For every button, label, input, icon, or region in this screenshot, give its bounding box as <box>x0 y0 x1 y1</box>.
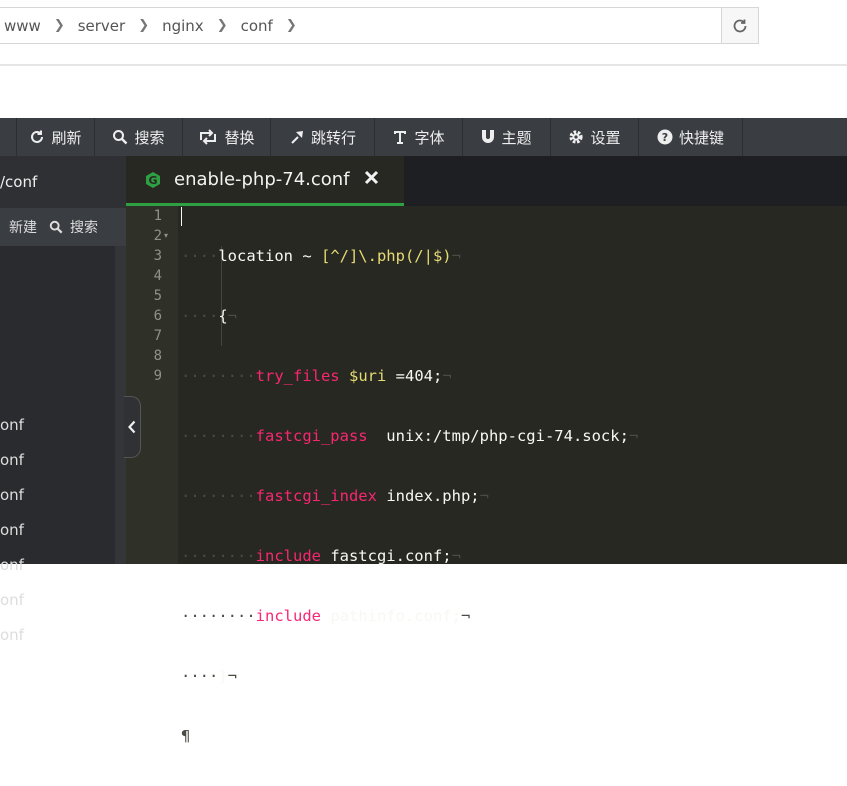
new-file-button[interactable]: 新建 <box>9 217 37 237</box>
list-item[interactable]: onf <box>0 591 24 609</box>
list-item[interactable]: onf <box>0 451 24 469</box>
sidebar-actions: 新建 搜索 <box>0 208 126 246</box>
code-line-text: include fastcgi.conf; <box>255 547 452 565</box>
svg-text:?: ? <box>662 131 668 144</box>
list-item[interactable]: onf <box>0 521 24 539</box>
code-line-3: ········try_files $uri =404;¬ <box>181 367 452 385</box>
search-label: 搜索 <box>134 128 165 147</box>
sidebar-path-text: /conf <box>0 173 38 191</box>
replace-label: 替换 <box>224 128 255 147</box>
code-line-1: ····location ~ [^/]\.php(/|$)¬ <box>181 247 461 265</box>
code-line-5: ········fastcgi_index index.php;¬ <box>181 487 489 505</box>
code-line-9: ¶ <box>181 727 191 745</box>
code-line-2: ····{¬ <box>181 307 238 325</box>
line-number: 2 <box>153 228 162 244</box>
chevron-right-icon: ❯ <box>138 18 150 33</box>
list-item[interactable]: onf <box>0 626 24 644</box>
line-number: 7 <box>153 328 162 344</box>
collapse-sidebar-button[interactable] <box>124 396 141 458</box>
refresh-button[interactable]: 刷新 <box>17 118 95 156</box>
refresh-icon <box>733 19 747 32</box>
search-button[interactable]: 搜索 <box>95 118 183 156</box>
goto-line-label: 跳转行 <box>310 128 356 147</box>
line-number: 3 <box>153 248 162 264</box>
file-type-icon: G <box>146 171 160 188</box>
goto-line-icon <box>291 131 303 144</box>
file-sidebar: /conf 新建 搜索 onf onf onf onf onf onf onf <box>0 156 126 644</box>
code-line-text: } <box>218 667 228 685</box>
replace-icon <box>200 129 217 145</box>
editor-tabbar: G enable-php-74.conf <box>126 156 847 206</box>
breadcrumb-item-server[interactable]: server <box>78 17 125 35</box>
refresh-icon <box>31 130 44 143</box>
sidebar-search-label: 搜索 <box>70 220 98 236</box>
breadcrumb: www ❯ server ❯ nginx ❯ conf ❯ <box>4 8 310 43</box>
settings-icon <box>569 130 584 144</box>
code-line-text: fastcgi_index index.php; <box>255 487 480 505</box>
tab-enable-php-74-conf[interactable]: G enable-php-74.conf <box>126 156 404 206</box>
code-line-4: ········fastcgi_pass unix:/tmp/php-cgi-7… <box>181 427 639 445</box>
line-number: 5 <box>153 288 162 304</box>
chevron-right-icon[interactable]: ❯ <box>286 18 297 33</box>
breadcrumb-item-nginx[interactable]: nginx <box>162 17 204 35</box>
svg-text:G: G <box>148 174 157 187</box>
goto-line-button[interactable]: 跳转行 <box>271 118 375 156</box>
code-line-text: location ~ [^/]\.php(/|$) <box>218 247 452 265</box>
line-number: 9 <box>153 368 162 384</box>
code-line-7: ········include pathinfo.conf;¬ <box>181 607 471 625</box>
list-item[interactable]: onf <box>0 416 24 434</box>
breadcrumb-bar: www ❯ server ❯ nginx ❯ conf ❯ <box>0 7 759 44</box>
replace-button[interactable]: 替换 <box>183 118 271 156</box>
editor-toolbar: 刷新 搜索 替换 跳转行 字体 主题 设置 ? 快捷键 <box>0 118 847 156</box>
line-number: 1 <box>153 208 162 224</box>
code-line-text: fastcgi_pass unix:/tmp/php-cgi-74.sock; <box>255 427 629 445</box>
font-button[interactable]: 字体 <box>375 118 463 156</box>
code-editor[interactable]: 1 2 ▾ 3 4 5 6 7 8 9 ····location ~ [^/]\… <box>126 206 847 745</box>
code-line-8: ····}¬ <box>181 667 238 685</box>
theme-button[interactable]: 主题 <box>463 118 551 156</box>
code-line-text: { <box>218 307 228 325</box>
theme-icon <box>482 130 495 143</box>
search-icon <box>113 130 128 145</box>
fold-arrow-icon[interactable]: ▾ <box>164 226 168 246</box>
sidebar-path: /conf <box>0 156 126 208</box>
refresh-label: 刷新 <box>51 128 82 147</box>
shortcuts-button[interactable]: ? 快捷键 <box>639 118 743 156</box>
chevron-right-icon: ❯ <box>53 18 65 33</box>
list-item[interactable]: onf <box>0 486 24 504</box>
code-line-text: include pathinfo.conf; <box>255 607 461 625</box>
line-number: 8 <box>153 348 162 364</box>
chevron-right-icon: ❯ <box>216 18 228 33</box>
shortcuts-label: 快捷键 <box>678 128 724 147</box>
code-line-text: try_files $uri =404; <box>255 367 443 385</box>
breadcrumb-item-www[interactable]: www <box>4 17 41 35</box>
search-icon <box>49 220 63 234</box>
file-list: onf onf onf onf onf onf onf <box>0 246 126 644</box>
text-cursor <box>181 207 182 226</box>
line-number: 4 <box>153 268 162 284</box>
settings-label: 设置 <box>590 128 621 147</box>
refresh-path-button[interactable] <box>721 8 758 43</box>
sidebar-search-button[interactable]: 搜索 <box>49 217 98 237</box>
font-icon <box>394 131 407 144</box>
font-label: 字体 <box>414 128 445 147</box>
code-line-6: ········include fastcgi.conf;¬ <box>181 547 461 565</box>
line-number: 6 <box>153 308 162 324</box>
list-item[interactable]: onf <box>0 556 24 574</box>
settings-button[interactable]: 设置 <box>551 118 639 156</box>
tab-title: enable-php-74.conf <box>174 169 350 190</box>
close-icon[interactable] <box>364 169 379 190</box>
toolbar-edge <box>0 118 17 156</box>
code-content: ····location ~ [^/]\.php(/|$)¬ ····{¬ ··… <box>181 206 638 786</box>
blank-panel <box>0 66 847 118</box>
chevron-left-icon <box>128 420 136 434</box>
help-icon: ? <box>657 129 673 145</box>
line-gutter: 1 2 ▾ 3 4 5 6 7 8 9 <box>126 206 178 564</box>
breadcrumb-item-conf[interactable]: conf <box>241 17 273 35</box>
theme-label: 主题 <box>501 128 532 147</box>
